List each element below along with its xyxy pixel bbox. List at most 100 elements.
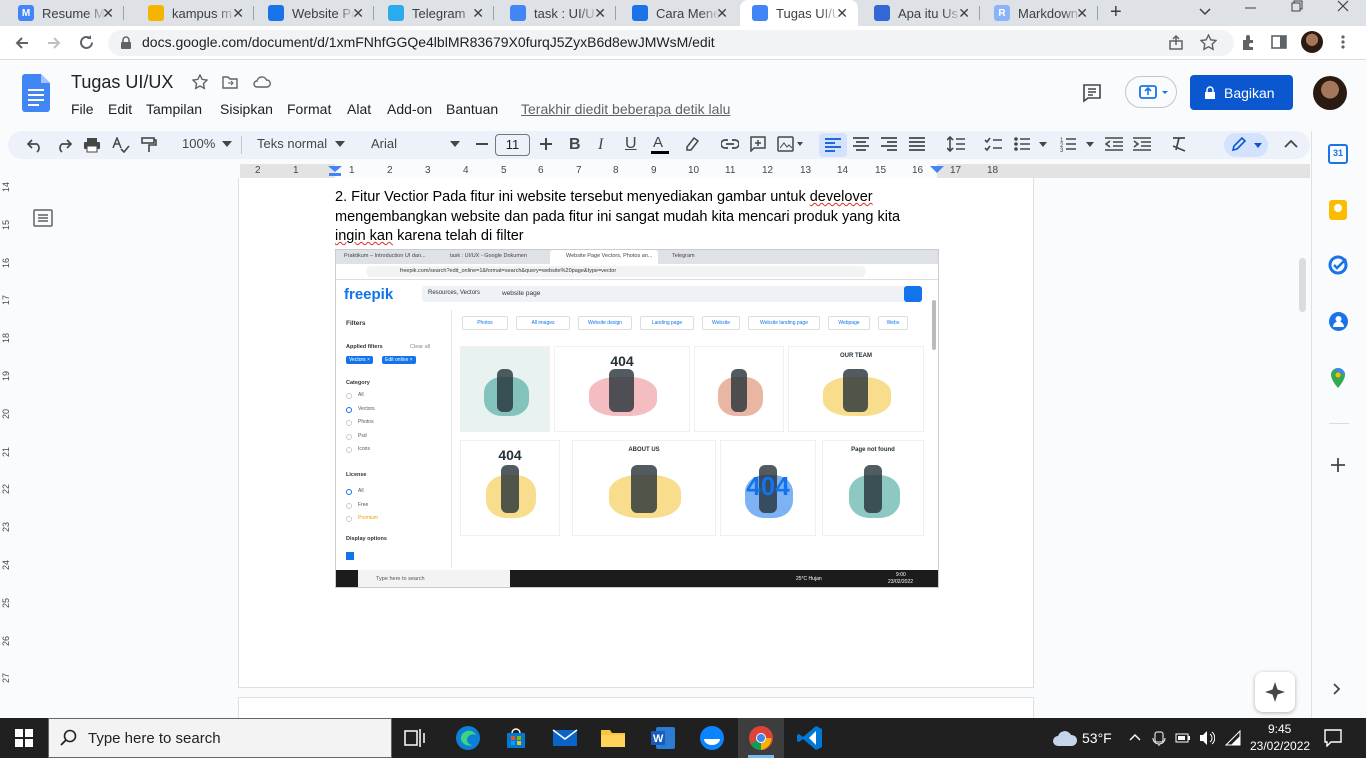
tray-overflow-icon[interactable] bbox=[1129, 733, 1141, 741]
calendar-icon[interactable]: 31 bbox=[1328, 144, 1348, 164]
word-icon[interactable]: W bbox=[650, 725, 676, 751]
task-view-icon[interactable] bbox=[404, 728, 430, 754]
mail-icon[interactable] bbox=[552, 725, 578, 751]
left-indent-marker-icon[interactable] bbox=[328, 166, 342, 178]
menu-format[interactable]: Format bbox=[287, 101, 331, 117]
bulleted-list-icon[interactable] bbox=[1014, 136, 1050, 152]
browser-tab[interactable]: Telegram ✕ bbox=[376, 0, 494, 26]
collapse-menus-icon[interactable] bbox=[1284, 139, 1298, 149]
line-spacing-icon[interactable] bbox=[947, 136, 965, 152]
share-button[interactable]: Bagikan bbox=[1190, 75, 1293, 110]
star-icon[interactable] bbox=[192, 74, 208, 90]
add-addon-icon[interactable] bbox=[1331, 458, 1345, 472]
battery-icon[interactable] bbox=[1175, 733, 1191, 743]
side-panel-icon[interactable] bbox=[1271, 34, 1287, 50]
tab-close-icon[interactable]: ✕ bbox=[102, 5, 114, 22]
editing-mode-button[interactable] bbox=[1224, 133, 1268, 157]
contacts-icon[interactable] bbox=[1329, 312, 1348, 331]
paragraph-line-2[interactable]: mengembangkan website dan pada fitur ini… bbox=[335, 209, 900, 225]
tab-close-icon[interactable]: ✕ bbox=[594, 5, 606, 22]
browser-tab[interactable]: Tugas UI/U ✕ bbox=[740, 0, 858, 26]
wifi-icon[interactable] bbox=[1225, 730, 1241, 746]
file-explorer-icon[interactable] bbox=[600, 725, 626, 751]
minimize-icon[interactable] bbox=[1244, 2, 1258, 16]
font-chevron-icon[interactable] bbox=[450, 141, 460, 147]
increase-font-size-icon[interactable] bbox=[540, 138, 552, 150]
chrome-icon[interactable] bbox=[748, 725, 774, 751]
bold-icon[interactable]: B bbox=[569, 136, 581, 154]
tab-close-icon[interactable]: ✕ bbox=[958, 5, 970, 22]
document-scrollbar[interactable] bbox=[1299, 258, 1306, 312]
underline-icon[interactable]: U bbox=[625, 135, 637, 153]
checklist-icon[interactable] bbox=[984, 136, 1002, 152]
menu-tampilan[interactable]: Tampilan bbox=[146, 101, 202, 117]
misspelled-word[interactable]: develover bbox=[810, 189, 873, 205]
tab-search-icon[interactable] bbox=[1198, 4, 1212, 18]
zoom-chevron-icon[interactable] bbox=[222, 141, 232, 147]
lock-icon[interactable] bbox=[120, 36, 132, 50]
vscode-icon[interactable] bbox=[797, 725, 823, 751]
comment-history-icon[interactable] bbox=[1082, 83, 1102, 103]
browser-tab[interactable]: kampus m ✕ bbox=[136, 0, 254, 26]
paragraph-line-3[interactable]: ingin kan karena telah di filter bbox=[335, 228, 524, 244]
weather-cloud-icon[interactable] bbox=[1052, 729, 1078, 747]
tab-close-icon[interactable]: ✕ bbox=[472, 5, 484, 22]
document-title[interactable]: Tugas UI/UX bbox=[71, 72, 173, 93]
menu-alat[interactable]: Alat bbox=[347, 101, 371, 117]
store-icon[interactable] bbox=[503, 725, 529, 751]
align-left-button[interactable] bbox=[819, 133, 847, 157]
explore-button[interactable] bbox=[1255, 672, 1295, 712]
decrease-indent-icon[interactable] bbox=[1105, 137, 1123, 151]
increase-indent-icon[interactable] bbox=[1133, 137, 1151, 151]
misspelled-word[interactable]: ingin kan bbox=[335, 228, 393, 244]
reload-icon[interactable] bbox=[78, 34, 95, 51]
style-chevron-icon[interactable] bbox=[335, 141, 345, 147]
decrease-font-size-icon[interactable] bbox=[476, 143, 488, 145]
taskbar-search-placeholder[interactable]: Type here to search bbox=[88, 730, 221, 747]
share-page-icon[interactable] bbox=[1168, 35, 1184, 51]
browser-tab[interactable]: M Resume M ✕ bbox=[6, 0, 124, 26]
spellcheck-icon[interactable] bbox=[112, 137, 130, 153]
browser-tab[interactable]: Apa itu Us ✕ bbox=[862, 0, 980, 26]
tasks-icon[interactable] bbox=[1328, 255, 1348, 275]
clear-formatting-icon[interactable] bbox=[1171, 136, 1187, 152]
close-window-icon[interactable] bbox=[1336, 0, 1350, 14]
document-outline-icon[interactable] bbox=[33, 209, 53, 227]
zoom-select[interactable]: 100% bbox=[182, 136, 215, 151]
back-icon[interactable] bbox=[14, 35, 30, 51]
align-right-icon[interactable] bbox=[881, 137, 897, 151]
extensions-icon[interactable] bbox=[1240, 34, 1256, 50]
bookmark-star-icon[interactable] bbox=[1200, 34, 1217, 51]
thunderbird-icon[interactable] bbox=[699, 725, 725, 751]
notification-icon[interactable] bbox=[1324, 729, 1342, 747]
keep-icon[interactable] bbox=[1329, 200, 1347, 220]
weather-temp[interactable]: 53°F bbox=[1082, 730, 1112, 746]
restore-icon[interactable] bbox=[1290, 0, 1304, 14]
browser-tab[interactable]: task : UI/U ✕ bbox=[498, 0, 616, 26]
add-comment-icon[interactable] bbox=[750, 136, 766, 152]
profile-avatar[interactable] bbox=[1301, 31, 1323, 53]
clock-time[interactable]: 9:45 bbox=[1268, 722, 1291, 736]
chrome-menu-icon[interactable] bbox=[1340, 34, 1346, 50]
show-side-panel-chevron-icon[interactable] bbox=[1333, 683, 1341, 695]
tab-close-icon[interactable]: ✕ bbox=[836, 5, 848, 22]
menu-file[interactable]: File bbox=[71, 101, 94, 117]
menu-bantuan[interactable]: Bantuan bbox=[446, 101, 498, 117]
clock-date[interactable]: 23/02/2022 bbox=[1250, 739, 1310, 753]
insert-image-icon[interactable] bbox=[777, 136, 803, 152]
undo-icon[interactable] bbox=[26, 137, 44, 153]
tab-close-icon[interactable]: ✕ bbox=[716, 5, 728, 22]
highlight-icon[interactable] bbox=[683, 136, 701, 152]
embedded-screenshot-image[interactable]: Praktikum – Introduction UI dan... task … bbox=[335, 249, 939, 588]
account-avatar[interactable] bbox=[1313, 76, 1347, 110]
justify-icon[interactable] bbox=[909, 137, 925, 151]
numbered-list-icon[interactable]: 123 bbox=[1060, 136, 1096, 152]
new-tab-button[interactable]: + bbox=[1110, 0, 1130, 26]
browser-tab[interactable]: Website Pa ✕ bbox=[256, 0, 374, 26]
align-center-icon[interactable] bbox=[853, 137, 869, 151]
meet-now-icon[interactable] bbox=[1152, 730, 1166, 746]
move-folder-icon[interactable] bbox=[222, 75, 238, 89]
docs-logo-icon[interactable] bbox=[22, 74, 50, 112]
italic-icon[interactable]: I bbox=[598, 136, 603, 154]
menu-edit[interactable]: Edit bbox=[108, 101, 132, 117]
